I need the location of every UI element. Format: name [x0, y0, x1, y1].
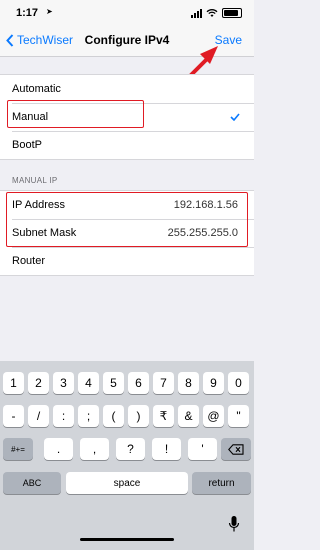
key-5[interactable]: 5 [103, 372, 124, 394]
key-semicolon[interactable]: ; [78, 405, 99, 427]
annotation-box-manual [7, 100, 144, 128]
signal-icon [191, 9, 202, 18]
annotation-box-ip-fields [6, 192, 248, 247]
key-9[interactable]: 9 [203, 372, 224, 394]
key-question[interactable]: ? [116, 438, 145, 460]
key-slash[interactable]: / [28, 405, 49, 427]
key-at[interactable]: @ [203, 405, 224, 427]
battery-icon [222, 8, 242, 18]
wifi-icon [206, 9, 218, 17]
key-more-symbols[interactable]: #+= [3, 438, 33, 460]
backspace-icon [228, 443, 244, 455]
router-row[interactable]: Router [0, 247, 254, 275]
section-header-manual-ip: MANUAL IP [12, 176, 58, 185]
key-3[interactable]: 3 [53, 372, 74, 394]
key-quote[interactable]: " [228, 405, 249, 427]
numeric-keyboard: 1 2 3 4 5 6 7 8 9 0 - / : ; ( ) ₹ & @ " … [0, 361, 254, 550]
key-open-paren[interactable]: ( [103, 405, 124, 427]
key-hyphen[interactable]: - [3, 405, 24, 427]
mode-bootp-label: BootP [12, 139, 42, 151]
key-exclamation[interactable]: ! [152, 438, 181, 460]
router-label: Router [12, 255, 46, 267]
return-key[interactable]: return [192, 472, 251, 494]
key-colon[interactable]: : [53, 405, 74, 427]
key-close-paren[interactable]: ) [128, 405, 149, 427]
key-8[interactable]: 8 [178, 372, 199, 394]
microphone-icon[interactable] [228, 515, 240, 533]
key-6[interactable]: 6 [128, 372, 149, 394]
location-arrow-icon: ➤ [46, 7, 53, 16]
key-apostrophe[interactable]: ' [188, 438, 217, 460]
key-period[interactable]: . [44, 438, 73, 460]
abc-key[interactable]: ABC [3, 472, 61, 494]
mode-automatic[interactable]: Automatic [0, 75, 254, 103]
backspace-key[interactable] [221, 438, 251, 460]
checkmark-icon [230, 113, 240, 121]
key-7[interactable]: 7 [153, 372, 174, 394]
key-0[interactable]: 0 [228, 372, 249, 394]
key-comma[interactable]: , [80, 438, 109, 460]
status-time: 1:17 [16, 7, 39, 19]
key-rupee[interactable]: ₹ [153, 405, 174, 427]
space-key[interactable]: space [66, 472, 188, 494]
mode-automatic-label: Automatic [12, 83, 61, 95]
home-indicator [80, 538, 174, 541]
mode-bootp[interactable]: BootP [0, 131, 254, 159]
key-4[interactable]: 4 [78, 372, 99, 394]
key-1[interactable]: 1 [3, 372, 24, 394]
key-ampersand[interactable]: & [178, 405, 199, 427]
key-2[interactable]: 2 [28, 372, 49, 394]
status-icons [191, 8, 242, 18]
status-bar: 1:17 ➤ [0, 0, 254, 26]
